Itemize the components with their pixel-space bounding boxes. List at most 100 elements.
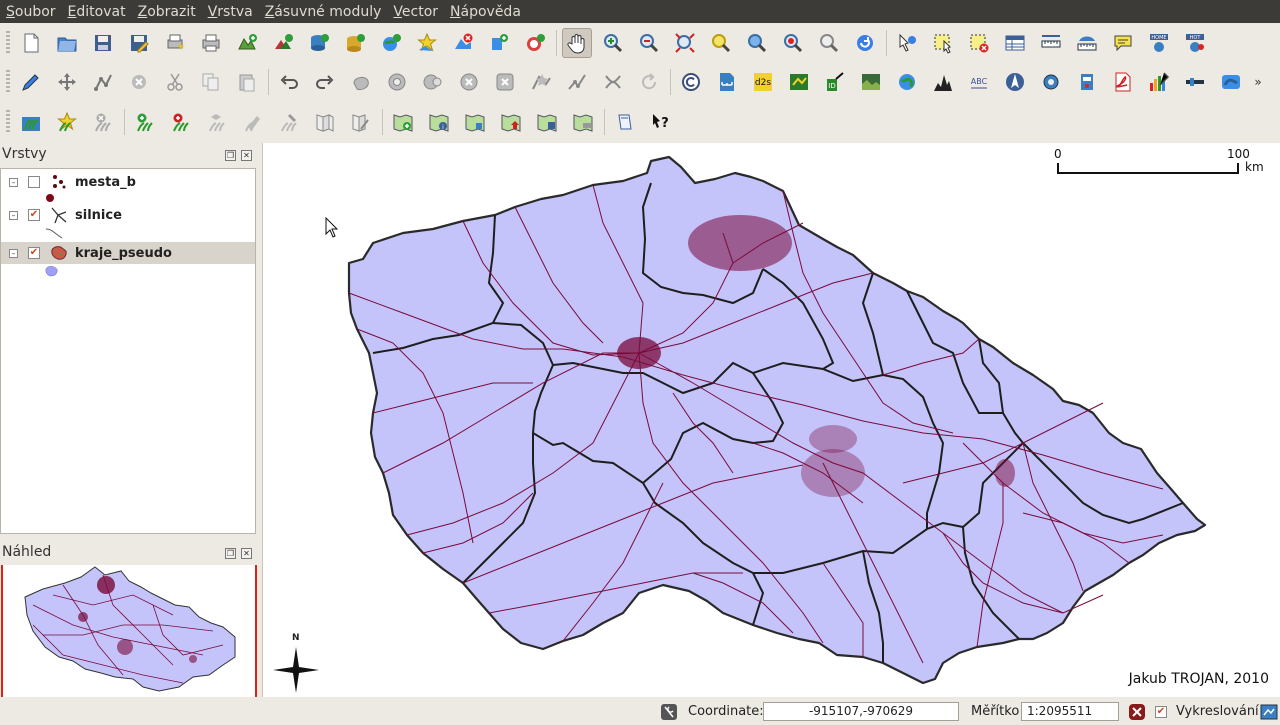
zoom-full-button[interactable] xyxy=(670,28,700,58)
crs-status-icon[interactable] xyxy=(1260,703,1278,721)
zoom-to-layer-button[interactable] xyxy=(742,28,772,58)
grass-new-vector-button[interactable] xyxy=(202,107,232,137)
new-shapefile-button[interactable] xyxy=(412,28,442,58)
gps-tools-button[interactable]: ID xyxy=(820,67,850,97)
toolbar-grip[interactable] xyxy=(6,110,10,134)
scale-field[interactable]: 1:2095511 xyxy=(1021,702,1119,721)
dxf2shp-button[interactable]: d2s xyxy=(748,67,778,97)
toolbar-overflow-button[interactable]: » xyxy=(1252,67,1264,97)
show-bookmarks-button[interactable]: HOT xyxy=(1180,28,1210,58)
openlayers-button[interactable] xyxy=(1216,67,1246,97)
coordinate-capture-icon[interactable] xyxy=(660,703,678,721)
new-map-add-button[interactable] xyxy=(388,107,418,137)
menu-zobrazit[interactable]: Zobrazit xyxy=(138,4,196,20)
help-contents-button[interactable] xyxy=(610,107,640,137)
map-canvas[interactable]: 0 100 km N Jakub TROJAN, 2010 xyxy=(262,143,1280,697)
add-postgis-layer-button[interactable] xyxy=(304,28,334,58)
map-print-button[interactable] xyxy=(568,107,598,137)
delete-selected-button[interactable] xyxy=(124,67,154,97)
eval-tools-button[interactable] xyxy=(1144,67,1174,97)
pan-map-button[interactable] xyxy=(562,28,592,58)
grass-edit-button[interactable] xyxy=(52,107,82,137)
grass-tools-button[interactable] xyxy=(856,67,886,97)
measure-line-button[interactable] xyxy=(1036,28,1066,58)
grass-edit-vector-button[interactable] xyxy=(238,107,268,137)
open-grass-raster-button[interactable] xyxy=(166,107,196,137)
georeferencer-button[interactable] xyxy=(784,67,814,97)
zoom-actual-size-button[interactable] xyxy=(814,28,844,58)
zoom-out-button[interactable] xyxy=(634,28,664,58)
collapse-toggle[interactable]: – xyxy=(9,177,18,187)
save-project-button[interactable] xyxy=(88,28,118,58)
add-part-button[interactable] xyxy=(418,67,448,97)
cut-features-button[interactable] xyxy=(160,67,190,97)
add-wfs-layer-button[interactable] xyxy=(520,28,550,58)
menu-vrstva[interactable]: Vrstva xyxy=(208,4,253,20)
panel-close-button[interactable]: ✕ xyxy=(241,548,252,559)
select-features-button[interactable] xyxy=(928,28,958,58)
north-arrow-button[interactable] xyxy=(1000,67,1030,97)
quick-print-button[interactable] xyxy=(1072,67,1102,97)
rotate-point-symbols-button[interactable] xyxy=(634,67,664,97)
spell-check-button[interactable]: ABC xyxy=(964,67,994,97)
print-button[interactable] xyxy=(196,28,226,58)
node-tool-button[interactable] xyxy=(88,67,118,97)
interpolation-button[interactable] xyxy=(892,67,922,97)
panel-close-button[interactable]: ✕ xyxy=(241,150,252,161)
toolbar-grip[interactable] xyxy=(6,31,10,55)
save-as-button[interactable] xyxy=(124,28,154,58)
render-checkbox[interactable]: ✔ xyxy=(1155,706,1167,718)
zoom-in-button[interactable] xyxy=(598,28,628,58)
panel-float-button[interactable]: ❐ xyxy=(225,548,236,559)
layer-row-mesta-b[interactable]: – mesta_b xyxy=(1,171,255,193)
map-tips-button[interactable] xyxy=(1108,28,1138,58)
remove-layer-button[interactable] xyxy=(448,28,478,58)
add-layer-group-button[interactable] xyxy=(484,28,514,58)
new-bookmark-button[interactable]: HOME xyxy=(1144,28,1174,58)
grass-close-button[interactable] xyxy=(88,107,118,137)
merge-features-button[interactable] xyxy=(598,67,628,97)
menu-editovat[interactable]: Editovat xyxy=(68,4,126,20)
menu-napoveda[interactable]: Nápověda xyxy=(450,4,521,20)
coordinate-field[interactable]: -915107,-970629 xyxy=(763,702,959,721)
move-feature-button[interactable] xyxy=(52,67,82,97)
menu-vector[interactable]: Vector xyxy=(393,4,438,20)
collapse-toggle[interactable]: – xyxy=(9,210,18,220)
oracle-spatial-button[interactable] xyxy=(1036,67,1066,97)
map-export-button[interactable] xyxy=(496,107,526,137)
stop-render-icon[interactable] xyxy=(1128,703,1146,721)
grass-region-display-button[interactable] xyxy=(310,107,340,137)
collapse-toggle[interactable]: – xyxy=(9,248,18,258)
export-pdf-button[interactable] xyxy=(1108,67,1138,97)
raster-terrain-button[interactable] xyxy=(928,67,958,97)
redo-button[interactable] xyxy=(310,67,340,97)
grass-region-edit-button[interactable] xyxy=(346,107,376,137)
new-project-button[interactable] xyxy=(16,28,46,58)
identify-features-button[interactable] xyxy=(892,28,922,58)
open-grass-vector-button[interactable] xyxy=(130,107,160,137)
open-attribute-table-button[interactable] xyxy=(1000,28,1030,58)
grass-region-button[interactable] xyxy=(16,107,46,137)
add-wms-layer-button[interactable] xyxy=(376,28,406,58)
zoom-last-button[interactable] xyxy=(778,28,808,58)
copy-features-button[interactable] xyxy=(196,67,226,97)
whats-this-button[interactable]: ? xyxy=(646,107,676,137)
paste-features-button[interactable] xyxy=(232,67,262,97)
add-vector-layer-button[interactable] xyxy=(232,28,262,58)
undo-button[interactable] xyxy=(274,67,304,97)
map-save-button[interactable] xyxy=(532,107,562,137)
measure-area-button[interactable] xyxy=(1072,28,1102,58)
map-import-button[interactable] xyxy=(460,107,490,137)
reshape-features-button[interactable] xyxy=(526,67,556,97)
layer-visibility-checkbox[interactable]: ✔ xyxy=(28,209,40,221)
menu-zasuvne-moduly[interactable]: Zásuvné moduly xyxy=(265,4,382,20)
add-raster-layer-button[interactable] xyxy=(268,28,298,58)
scale-bar-button[interactable] xyxy=(712,67,742,97)
overview-map[interactable] xyxy=(1,565,257,697)
refresh-button[interactable] xyxy=(850,28,880,58)
print-composer-button[interactable] xyxy=(160,28,190,58)
simplify-feature-button[interactable] xyxy=(346,67,376,97)
toggle-editing-button[interactable] xyxy=(16,67,46,97)
toolbar-grip[interactable] xyxy=(6,70,10,94)
delete-part-button[interactable] xyxy=(490,67,520,97)
